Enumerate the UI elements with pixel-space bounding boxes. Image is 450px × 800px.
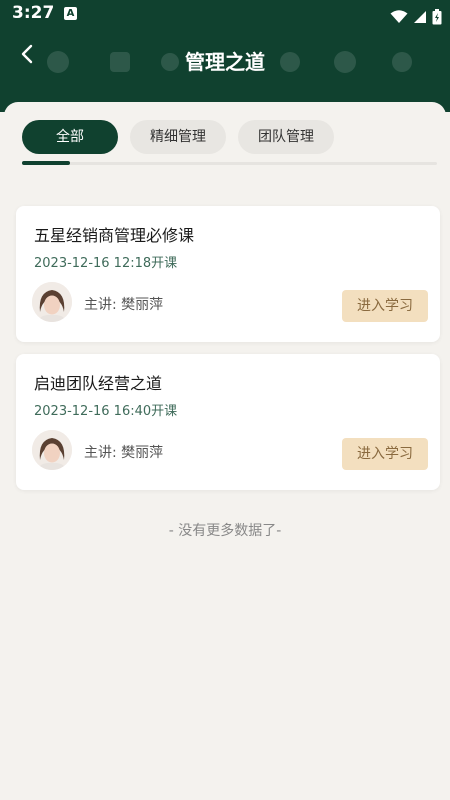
page: 3:27 A 管理之道 全部 精细管理 团队管理 五星经销商管理必修课 2023… xyxy=(0,0,450,800)
lecturer-avatar xyxy=(32,430,72,470)
content-panel: 全部 精细管理 团队管理 五星经销商管理必修课 2023-12-16 12:18… xyxy=(4,102,446,800)
course-title: 启迪团队经营之道 xyxy=(34,374,163,393)
course-card[interactable]: 启迪团队经营之道 2023-12-16 16:40开课 主讲: 樊丽萍 进入学习 xyxy=(16,354,440,490)
wifi-icon xyxy=(390,9,408,23)
tab-fine-management[interactable]: 精细管理 xyxy=(130,120,226,154)
tab-indicator-track xyxy=(22,162,437,165)
course-time: 2023-12-16 12:18开课 xyxy=(34,256,178,271)
lecturer-name: 主讲: 樊丽萍 xyxy=(84,297,164,313)
tab-indicator xyxy=(22,161,70,165)
enter-study-button[interactable]: 进入学习 xyxy=(342,290,428,322)
status-bar: 3:27 A xyxy=(0,0,450,30)
course-card[interactable]: 五星经销商管理必修课 2023-12-16 12:18开课 主讲: 樊丽萍 进入… xyxy=(16,206,440,342)
page-title: 管理之道 xyxy=(185,50,265,74)
app-header: 3:27 A 管理之道 xyxy=(0,0,450,112)
tab-all[interactable]: 全部 xyxy=(22,120,118,154)
course-title: 五星经销商管理必修课 xyxy=(34,226,195,245)
status-time: 3:27 xyxy=(12,3,55,23)
notification-icon: A xyxy=(64,7,77,20)
status-icons xyxy=(390,6,442,25)
battery-icon xyxy=(432,8,442,24)
enter-study-button[interactable]: 进入学习 xyxy=(342,438,428,470)
signal-icon xyxy=(413,10,426,23)
lecturer-name: 主讲: 樊丽萍 xyxy=(84,445,164,461)
course-time: 2023-12-16 16:40开课 xyxy=(34,404,178,419)
no-more-data-text: - 没有更多数据了- xyxy=(168,523,282,539)
tab-team-management[interactable]: 团队管理 xyxy=(238,120,334,154)
lecturer-avatar xyxy=(32,282,72,322)
